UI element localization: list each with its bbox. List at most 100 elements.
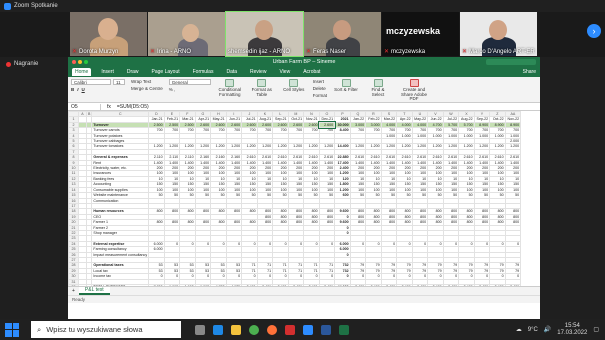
cell-styles-button[interactable]: Cell Styles [281, 79, 307, 93]
month-header-cell[interactable]: Apr-21 [194, 116, 212, 123]
bold-icon[interactable]: B [71, 87, 74, 92]
weather-icon[interactable]: ☁ [516, 326, 522, 333]
tab-acrobat[interactable]: Acrobat [300, 68, 323, 76]
tab-insert[interactable]: Insert [98, 68, 117, 76]
font-name-select[interactable]: Calibri [71, 79, 111, 85]
clock[interactable]: 15:54 17.03.2022 [557, 323, 587, 337]
month-header-cell[interactable]: Nov-21 [303, 116, 320, 123]
month-header-cell[interactable]: Nov-22 [504, 116, 522, 123]
tab-home[interactable]: Home [72, 68, 92, 76]
format-as-table-button[interactable]: Format as Table [249, 79, 275, 97]
wrap-text-button[interactable]: Wrap Text [131, 79, 163, 84]
italic-icon[interactable]: I [77, 87, 78, 92]
conditional-formatting-button[interactable]: Conditional Formatting [217, 79, 243, 97]
value-cell[interactable]: 3.489 [349, 283, 367, 286]
month-header-cell[interactable]: Jun-21 [225, 116, 243, 123]
number-format-select[interactable]: General [168, 79, 211, 85]
formula-input[interactable]: =SUM(D5:O5) [117, 104, 149, 110]
month-header-cell[interactable]: Mar-21 [179, 116, 196, 123]
value-cell[interactable]: 3.481 [241, 283, 258, 286]
volume-icon[interactable]: 🔊 [544, 326, 551, 333]
delete-button[interactable]: Delete [313, 86, 327, 91]
edge-icon[interactable] [213, 324, 223, 335]
find-select-button[interactable]: Find & Select [365, 79, 391, 97]
name-box[interactable]: O5 [71, 103, 101, 110]
zoom-icon[interactable] [303, 324, 313, 335]
participant-tile-5[interactable]: mczyzewska ✕ mczyzewska [382, 12, 459, 56]
participant-tile-4[interactable]: ✕ Feras Naser [304, 12, 381, 56]
tab-page-layout[interactable]: Page Layout [149, 68, 183, 76]
tab-data[interactable]: Data [223, 68, 240, 76]
value-cell[interactable]: 3.489 [365, 283, 382, 286]
value-cell[interactable]: 4.675 [225, 283, 243, 286]
month-header-cell[interactable]: May-21 [210, 116, 227, 123]
value-cell[interactable]: 3.489 [411, 283, 429, 286]
file-explorer-icon[interactable] [231, 324, 241, 335]
value-cell[interactable]: 3.489 [396, 283, 413, 286]
month-header-cell[interactable]: Aug-21 [256, 116, 274, 123]
sheet-tab[interactable]: P&L test [78, 287, 110, 295]
value-cell[interactable]: 3.489 [442, 283, 460, 286]
value-cell[interactable]: 3.489 [458, 283, 475, 286]
participant-tile-6[interactable]: ✕ Marco D'Angelo ART-ER [460, 12, 537, 56]
value-cell[interactable]: 3.489 [427, 283, 444, 286]
word-icon[interactable] [321, 324, 331, 335]
tab-review[interactable]: Review [247, 68, 269, 76]
spreadsheet-grid[interactable]: A B C D E F G H I J K L M N O P Q R S T U V W X Y Z AA 1 Jan-21 Feb-2… [68, 111, 540, 286]
minimize-icon[interactable] [78, 60, 82, 64]
value-cell[interactable]: 3.489 [504, 283, 522, 286]
value-cell[interactable]: 1.963 [163, 283, 181, 286]
participant-tile-2[interactable]: ✕ Irina - ARNO [148, 12, 225, 56]
firefox-icon[interactable] [267, 324, 277, 335]
chrome-icon[interactable] [249, 324, 259, 335]
add-sheet-icon[interactable]: + [72, 288, 75, 294]
month-header-cell[interactable]: Jan-22 [349, 116, 367, 123]
participant-tile-3[interactable]: shemsedin ijaz - ARNO [225, 11, 304, 57]
notifications-icon[interactable]: ▢ [593, 326, 599, 333]
value-cell[interactable]: 3.489 [473, 283, 491, 286]
create-pdf-button[interactable]: Create and Share Adobe PDF [397, 79, 431, 102]
value-cell[interactable]: 1.963 [179, 283, 196, 286]
cell[interactable] [78, 283, 87, 286]
font-size-select[interactable]: 11 [113, 79, 125, 85]
search-box[interactable] [486, 59, 536, 65]
value-cell[interactable]: 4.705 [210, 283, 227, 286]
value-cell[interactable]: 3.481 [287, 283, 305, 286]
month-header-cell[interactable]: May-22 [411, 116, 429, 123]
value-cell[interactable]: 44.232 [334, 283, 351, 286]
value-cell[interactable]: 3.481 [318, 283, 336, 286]
row-label-cell[interactable]: Impact measurement consultancy [91, 251, 150, 259]
value-cell[interactable]: 3.481 [303, 283, 320, 286]
maximize-icon[interactable] [84, 60, 88, 64]
excel-icon[interactable] [339, 324, 349, 335]
value-cell[interactable]: 3.489 [489, 283, 506, 286]
month-header-cell[interactable]: Feb-21 [163, 116, 181, 123]
value-cell[interactable]: 3.489 [380, 283, 398, 286]
close-icon[interactable] [72, 60, 76, 64]
percent-icon[interactable]: % , [169, 87, 211, 92]
tab-draw[interactable]: Draw [124, 68, 142, 76]
month-header-cell[interactable]: Sep-22 [473, 116, 491, 123]
participant-tile-1[interactable]: ✕ Dorota Murzyn [70, 12, 147, 56]
taskbar-search[interactable]: ⌕ Wpisz tu wyszukiwane słowa [31, 321, 181, 338]
merge-centre-button[interactable]: Merge & Centre [131, 86, 163, 91]
value-cell[interactable]: 7.850 [148, 283, 165, 286]
tab-formulas[interactable]: Formulas [190, 68, 217, 76]
month-header-cell[interactable]: Aug-22 [458, 116, 475, 123]
next-participants-button[interactable]: › [587, 24, 601, 38]
underline-icon[interactable]: U [82, 87, 85, 92]
windows-start-icon[interactable] [5, 322, 19, 337]
month-header-cell[interactable]: Dec-21 [318, 116, 336, 123]
month-header-cell[interactable]: Mar-22 [380, 116, 398, 123]
row-label-cell[interactable]: TOTAL EXPENSES [91, 283, 150, 286]
month-header-cell[interactable]: Oct-21 [287, 116, 305, 123]
month-header-cell[interactable]: Sep-21 [272, 116, 289, 123]
value-cell[interactable]: 1.963 [194, 283, 212, 286]
tab-view[interactable]: View [276, 68, 293, 76]
insert-button[interactable]: Insert [313, 79, 327, 84]
cell-table[interactable]: A B C D E F G H I J K L M N O P Q R S T U V W X Y Z AA 1 Jan-21 Feb-2… [68, 111, 522, 286]
row-header[interactable]: 32 [68, 283, 79, 286]
acrobat-icon[interactable] [285, 324, 295, 335]
value-cell[interactable]: 3.481 [272, 283, 289, 286]
sort-filter-button[interactable]: Sort & Filter [333, 79, 359, 93]
